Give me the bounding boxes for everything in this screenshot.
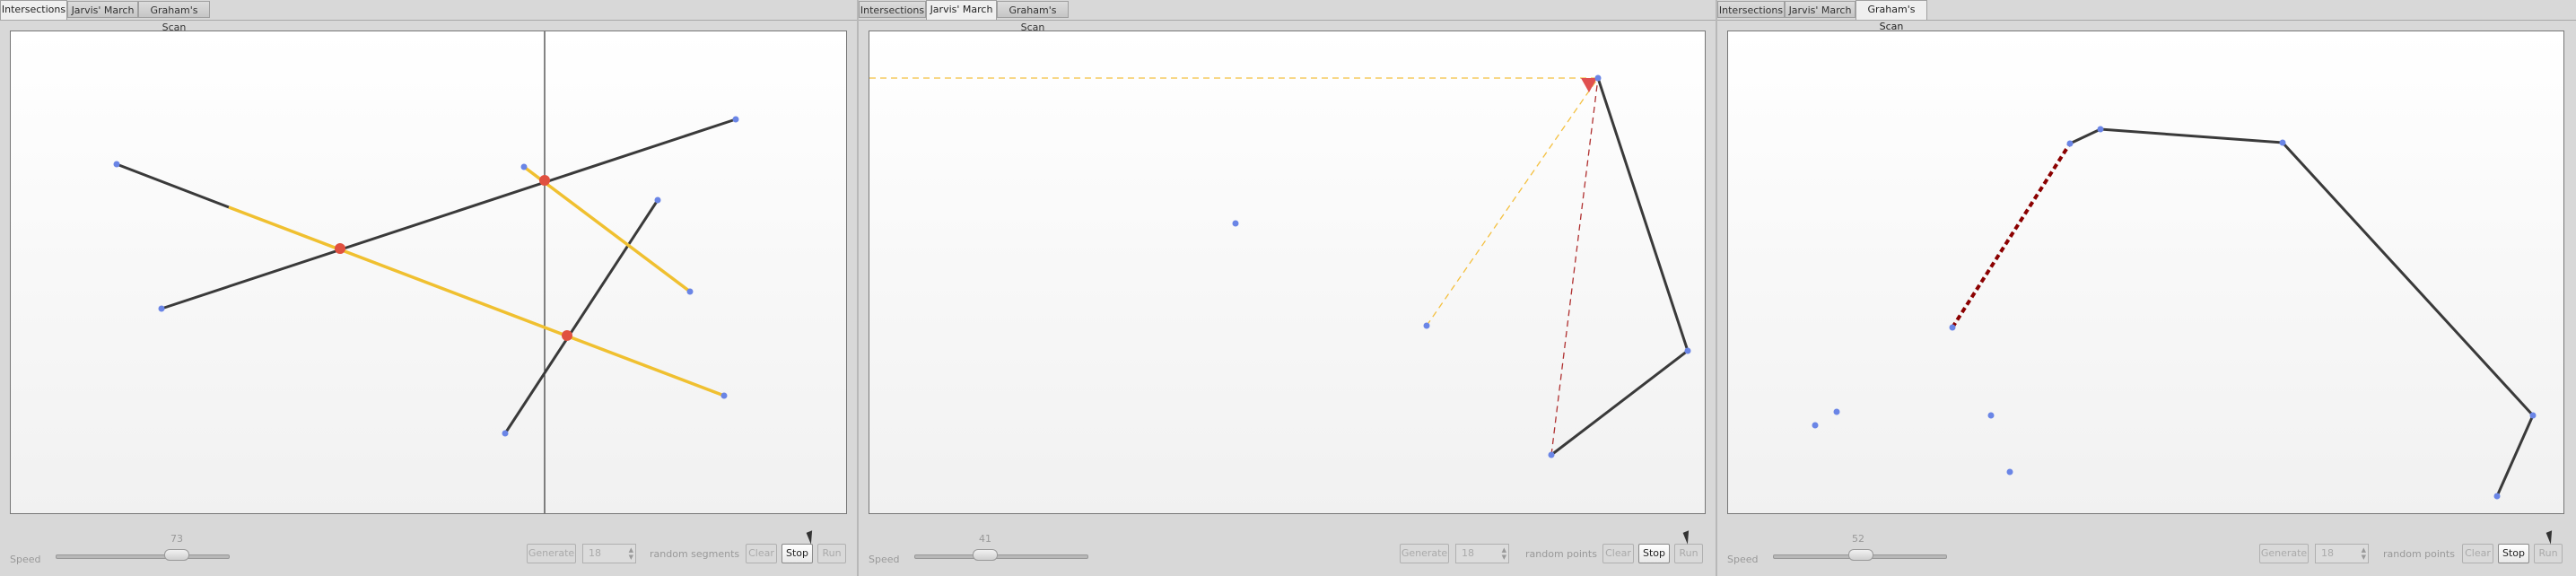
spinner-arrows-icon[interactable]: ▲ ▼ <box>1502 546 1506 561</box>
point <box>1987 412 1995 419</box>
point <box>1232 220 1239 227</box>
intersection-marker <box>539 175 550 186</box>
intersection-marker <box>562 330 572 341</box>
generate-button[interactable]: Generate <box>1400 544 1449 563</box>
tab-grahams-scan[interactable]: Graham's Scan <box>1856 0 1927 32</box>
count-spinner[interactable]: 18 ▲ ▼ <box>582 544 636 563</box>
mouse-cursor-icon <box>2545 530 2557 545</box>
point <box>158 305 165 312</box>
drawing-canvas[interactable] <box>869 31 1706 514</box>
clear-button[interactable]: Clear <box>1602 544 1634 563</box>
speed-value: 41 <box>979 533 991 545</box>
generate-button[interactable]: Generate <box>527 544 576 563</box>
point <box>1594 74 1602 82</box>
generate-button[interactable]: Generate <box>2259 544 2309 563</box>
point <box>113 161 120 168</box>
point <box>502 430 509 437</box>
tab-grahams-scan[interactable]: Graham's Scan <box>997 1 1069 33</box>
mouse-cursor-icon <box>1682 530 1694 545</box>
candidate-edge <box>1951 142 2072 329</box>
count-value: 18 <box>1462 547 1474 559</box>
point <box>1833 408 1840 415</box>
jarvis-march-panel: Intersections Jarvis' March Graham's Sca… <box>859 0 1716 576</box>
tab-jarvis-march[interactable]: Jarvis' March <box>1785 1 1856 18</box>
count-label: random segments <box>650 548 740 560</box>
point <box>2493 493 2501 500</box>
intersection-marker <box>335 243 345 254</box>
drawing-canvas[interactable] <box>1727 31 2564 514</box>
speed-label: Speed <box>869 554 900 565</box>
tab-intersections[interactable]: Intersections <box>1717 1 1785 18</box>
point <box>1812 422 1819 429</box>
run-button[interactable]: Run <box>1674 544 1703 563</box>
stop-button[interactable]: Stop <box>782 544 813 563</box>
count-value: 18 <box>589 547 601 559</box>
tab-jarvis-march[interactable]: Jarvis' March <box>67 1 138 18</box>
intersections-panel: Intersections Jarvis' March Graham's Sca… <box>0 0 857 576</box>
tab-bar: Intersections Jarvis' March Graham's Sca… <box>0 0 857 33</box>
segment <box>503 199 659 434</box>
hull-edge <box>2069 127 2535 497</box>
tab-jarvis-march[interactable]: Jarvis' March <box>926 0 997 20</box>
count-value: 18 <box>2321 547 2334 559</box>
tab-bar: Intersections Jarvis' March Graham's Sca… <box>1717 0 2576 32</box>
clear-button[interactable]: Clear <box>746 544 777 563</box>
tab-intersections[interactable]: Intersections <box>859 1 926 18</box>
point <box>1949 324 1956 331</box>
point <box>1548 451 1555 458</box>
tab-grahams-scan[interactable]: Graham's Scan <box>138 1 210 33</box>
segment-endpoints <box>113 116 739 437</box>
active-segment <box>228 205 725 397</box>
active-segment <box>522 165 692 293</box>
point <box>732 116 739 123</box>
point <box>686 288 694 295</box>
segment <box>116 162 230 209</box>
spinner-arrows-icon[interactable]: ▲ ▼ <box>629 546 633 561</box>
point <box>1684 347 1691 354</box>
point <box>2066 140 2074 147</box>
point <box>720 392 728 399</box>
speed-value: 73 <box>170 533 183 545</box>
tab-bar: Intersections Jarvis' March Graham's Sca… <box>859 0 1716 33</box>
point <box>2529 412 2537 419</box>
point <box>654 196 661 204</box>
speed-label: Speed <box>1727 554 1759 565</box>
run-button[interactable]: Run <box>817 544 846 563</box>
speed-slider[interactable] <box>914 554 1088 559</box>
speed-slider[interactable] <box>56 554 230 559</box>
point <box>2006 468 2013 476</box>
speed-label: Speed <box>10 554 41 565</box>
hull-edge <box>1550 77 1690 457</box>
slider-thumb-icon[interactable] <box>973 549 998 561</box>
run-button[interactable]: Run <box>2534 544 2563 563</box>
point <box>2279 139 2286 146</box>
stop-button[interactable]: Stop <box>2498 544 2529 563</box>
slider-thumb-icon[interactable] <box>1848 549 1873 561</box>
point <box>2097 126 2104 133</box>
grahams-scan-panel: Intersections Jarvis' March Graham's Sca… <box>1717 0 2576 576</box>
count-spinner[interactable]: 18 ▲ ▼ <box>2315 544 2369 563</box>
points <box>1812 126 2537 500</box>
count-label: random points <box>2383 548 2455 560</box>
drawing-canvas[interactable] <box>10 31 847 514</box>
slider-thumb-icon[interactable] <box>164 549 189 561</box>
point <box>520 163 528 170</box>
tab-intersections[interactable]: Intersections <box>0 0 67 20</box>
current-point-marker <box>1581 78 1597 92</box>
speed-value: 52 <box>1852 533 1864 545</box>
stop-button[interactable]: Stop <box>1638 544 1670 563</box>
spinner-arrows-icon[interactable]: ▲ ▼ <box>2362 546 2366 561</box>
clear-button[interactable]: Clear <box>2462 544 2493 563</box>
count-label: random points <box>1525 548 1597 560</box>
count-spinner[interactable]: 18 ▲ ▼ <box>1455 544 1509 563</box>
mouse-cursor-icon <box>806 530 817 545</box>
point <box>1423 322 1430 329</box>
